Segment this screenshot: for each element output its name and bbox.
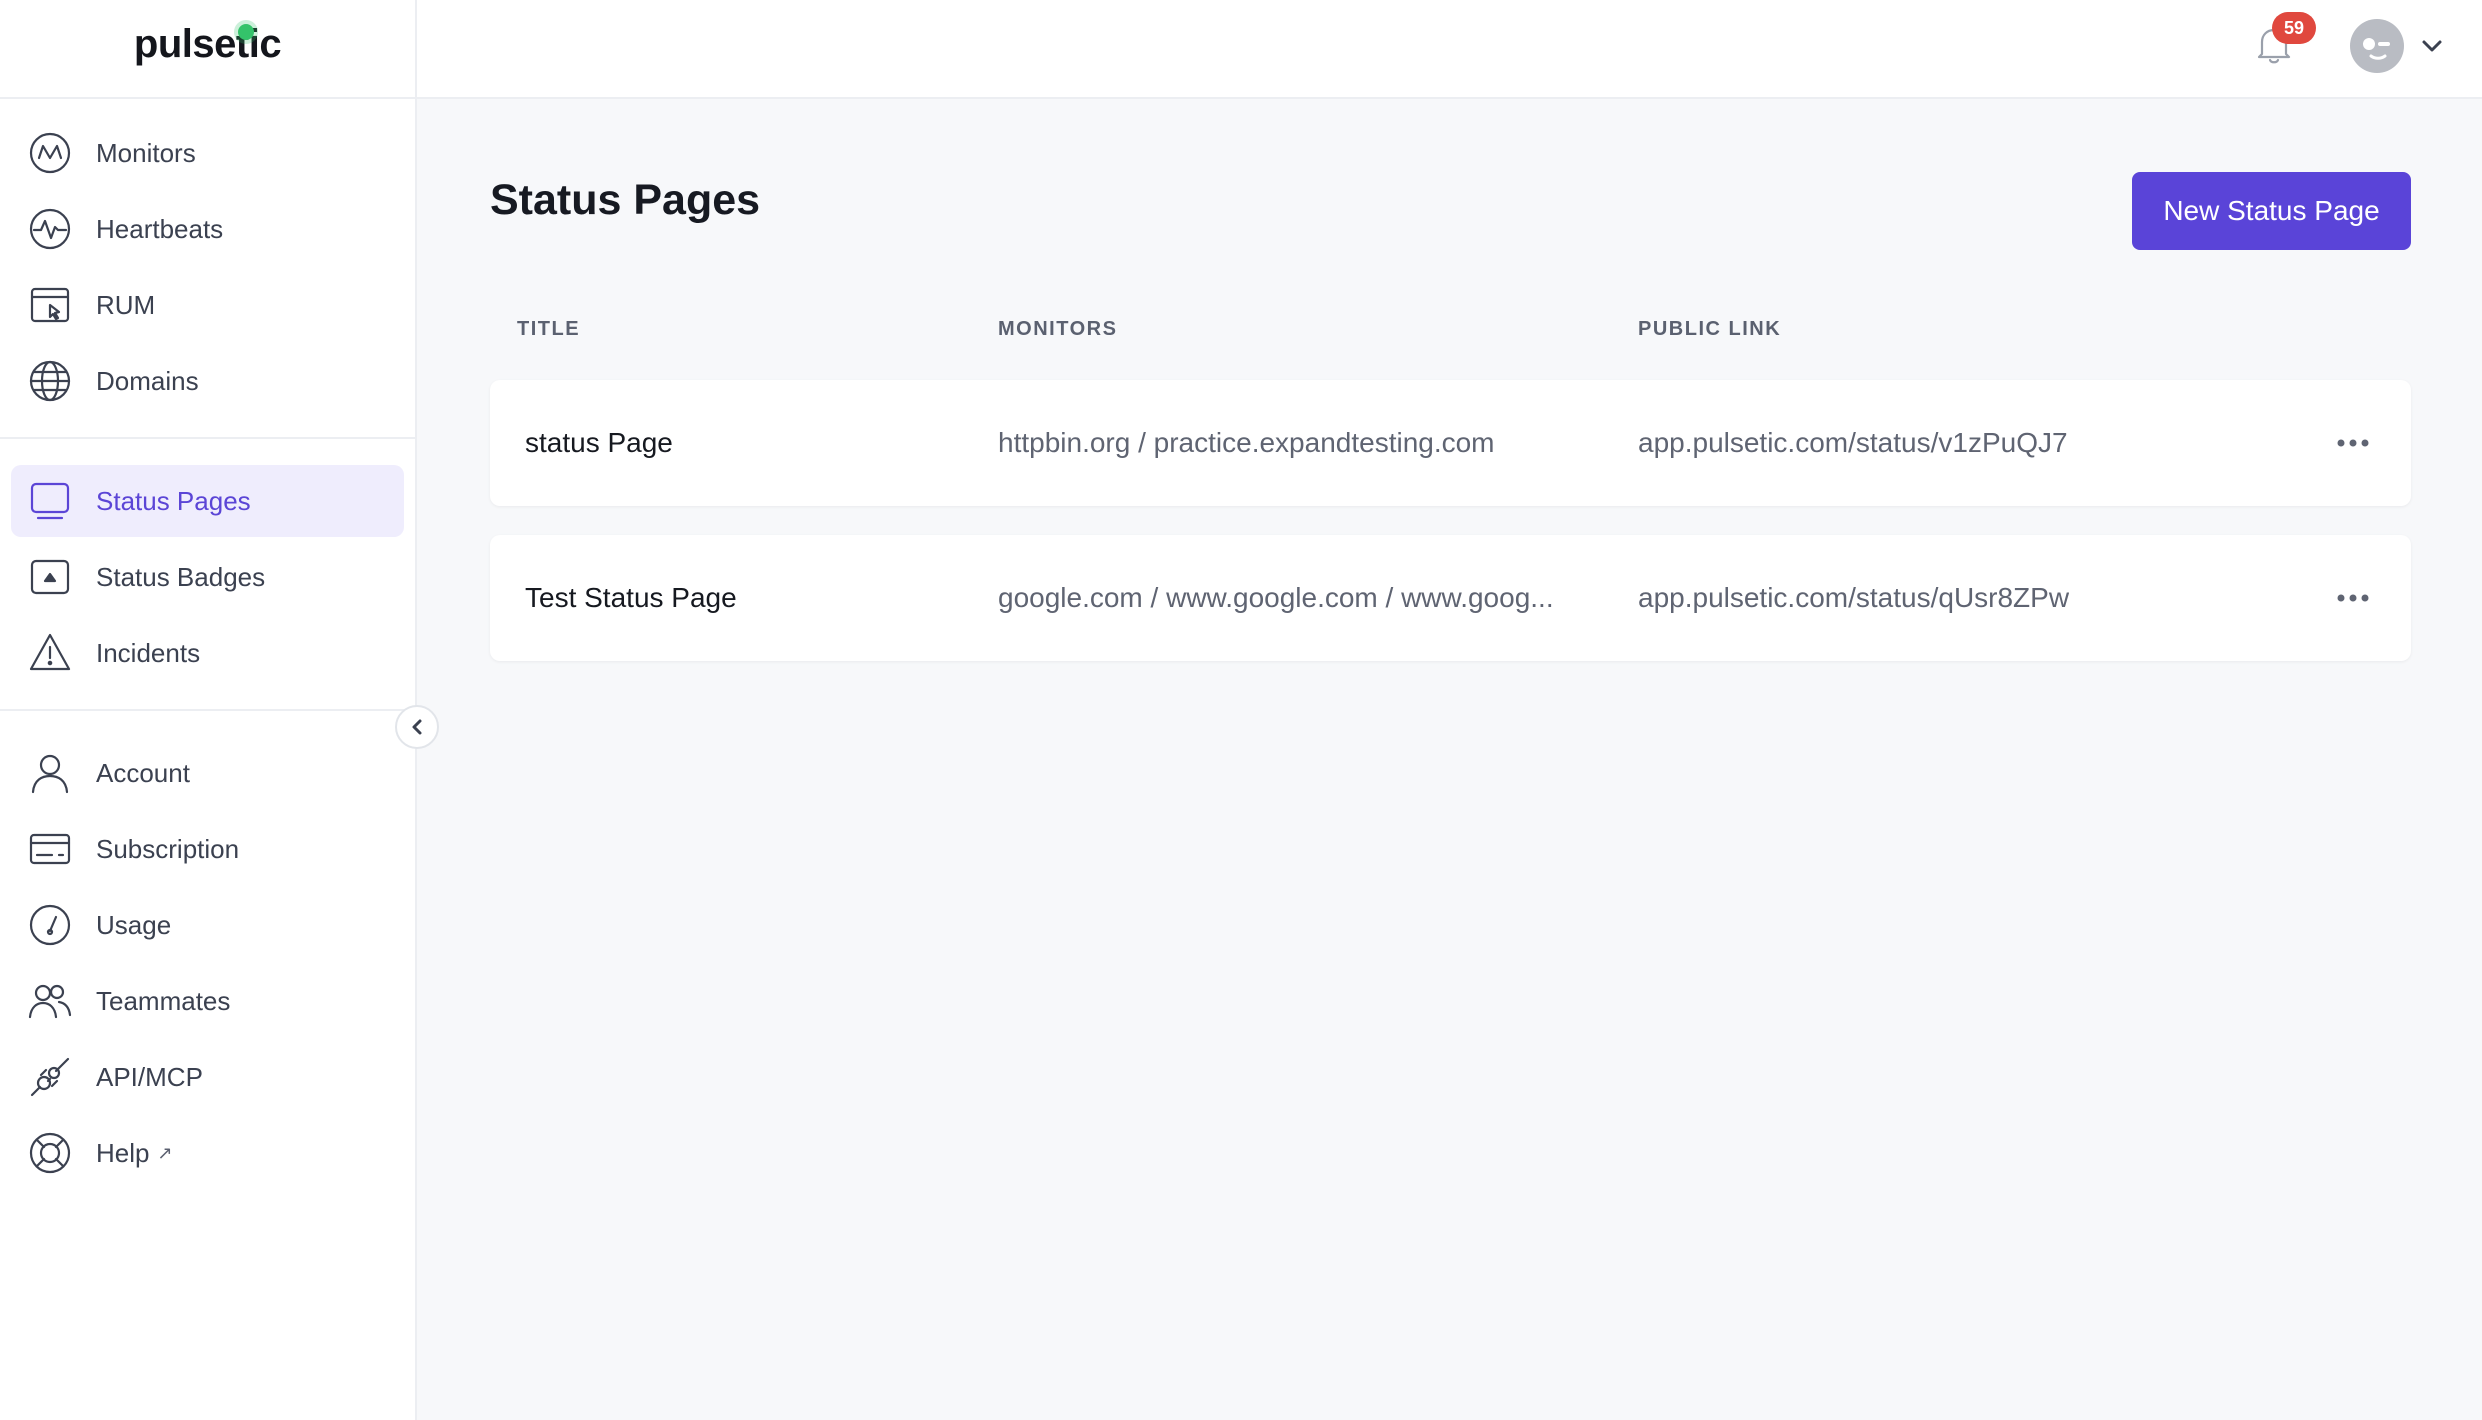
sidebar-item-label: Monitors — [96, 137, 196, 168]
sidebar-item-status-pages[interactable]: Status Pages — [11, 465, 404, 537]
warning-icon — [27, 630, 73, 676]
sidebar-item-label: Teammates — [96, 985, 231, 1016]
logo-text: pulsetic — [133, 22, 282, 66]
sidebar-item-api-mcp[interactable]: API/MCP — [11, 1041, 404, 1113]
monitor-wave-icon — [27, 130, 73, 176]
nav-group-monitoring: Monitors Heartbeats RUM Domains — [0, 99, 415, 439]
browser-cursor-icon — [27, 282, 73, 328]
sidebar-item-label: RUM — [96, 289, 156, 320]
more-horizontal-icon — [2337, 439, 2369, 447]
topbar — [417, 0, 2482, 99]
column-header-public-link: PUBLIC LINK — [1638, 318, 1782, 340]
avatar[interactable] — [2350, 19, 2404, 73]
column-header-monitors: MONITORS — [998, 318, 1118, 340]
collapse-sidebar-button[interactable] — [395, 705, 439, 749]
row-monitors: httpbin.org / practice.expandtesting.com — [998, 427, 1495, 458]
sidebar-item-domains[interactable]: Domains — [11, 345, 404, 417]
card-icon — [27, 826, 73, 872]
sidebar-item-account[interactable]: Account — [11, 737, 404, 809]
sidebar-item-label: Status Badges — [96, 561, 266, 592]
chevron-down-icon — [2422, 40, 2442, 52]
table-row[interactable]: Test Status Page google.com / www.google… — [490, 535, 2411, 661]
sidebar-item-teammates[interactable]: Teammates — [11, 965, 404, 1037]
gauge-icon — [27, 902, 73, 948]
sidebar: pulsetic Monitors Heartbeats RUM Domains… — [0, 0, 417, 1420]
row-title[interactable]: Test Status Page — [525, 535, 737, 661]
heartbeat-icon — [27, 206, 73, 252]
lifebuoy-icon — [27, 1130, 73, 1176]
sidebar-item-subscription[interactable]: Subscription — [11, 813, 404, 885]
sidebar-item-status-badges[interactable]: Status Badges — [11, 541, 404, 613]
sidebar-item-usage[interactable]: Usage — [11, 889, 404, 961]
row-title[interactable]: status Page — [525, 380, 673, 506]
badge-icon — [27, 554, 73, 600]
table-row[interactable]: status Page httpbin.org / practice.expan… — [490, 380, 2411, 506]
notifications-badge: 59 — [2272, 12, 2316, 44]
row-actions-button[interactable] — [2333, 580, 2373, 616]
logo-pulse-dot-icon — [238, 24, 254, 40]
external-link-icon: ↗ — [157, 1142, 173, 1163]
page-title: Status Pages — [490, 176, 761, 224]
avatar-face-icon — [2363, 38, 2390, 60]
sidebar-item-label: API/MCP — [96, 1061, 203, 1092]
sidebar-item-rum[interactable]: RUM — [11, 269, 404, 341]
globe-icon — [27, 358, 73, 404]
sidebar-item-label: Help — [96, 1137, 150, 1168]
plug-icon — [27, 1054, 73, 1100]
nav-group-settings: Account Subscription Usage Teammates API… — [0, 711, 415, 1209]
sidebar-item-label: Status Pages — [96, 485, 251, 516]
sidebar-item-label: Domains — [96, 365, 199, 396]
new-status-page-button[interactable]: New Status Page — [2132, 172, 2411, 250]
sidebar-item-heartbeats[interactable]: Heartbeats — [11, 193, 404, 265]
row-monitors: google.com / www.google.com / www.goog..… — [998, 582, 1554, 613]
sidebar-item-label: Subscription — [96, 833, 240, 864]
sidebar-item-label: Heartbeats — [96, 213, 224, 244]
account-menu-toggle[interactable] — [2418, 32, 2446, 60]
users-icon — [27, 978, 73, 1024]
logo[interactable]: pulsetic — [0, 0, 415, 99]
screen-icon — [27, 478, 73, 524]
row-public-link[interactable]: app.pulsetic.com/status/v1zPuQJ7 — [1638, 380, 2068, 506]
row-public-link[interactable]: app.pulsetic.com/status/qUsr8ZPw — [1638, 535, 2069, 661]
chevron-left-icon — [412, 719, 422, 735]
nav-group-status: Status Pages Status Badges Incidents — [0, 439, 415, 711]
row-actions-button[interactable] — [2333, 425, 2373, 461]
sidebar-item-incidents[interactable]: Incidents — [11, 617, 404, 689]
more-horizontal-icon — [2337, 594, 2369, 602]
sidebar-item-label: Incidents — [96, 637, 201, 668]
user-icon — [27, 750, 73, 796]
sidebar-item-help[interactable]: Help ↗ — [11, 1117, 404, 1189]
sidebar-item-monitors[interactable]: Monitors — [11, 117, 404, 189]
column-header-title: TITLE — [517, 318, 581, 340]
sidebar-item-label: Account — [96, 757, 190, 788]
sidebar-item-label: Usage — [96, 909, 172, 940]
